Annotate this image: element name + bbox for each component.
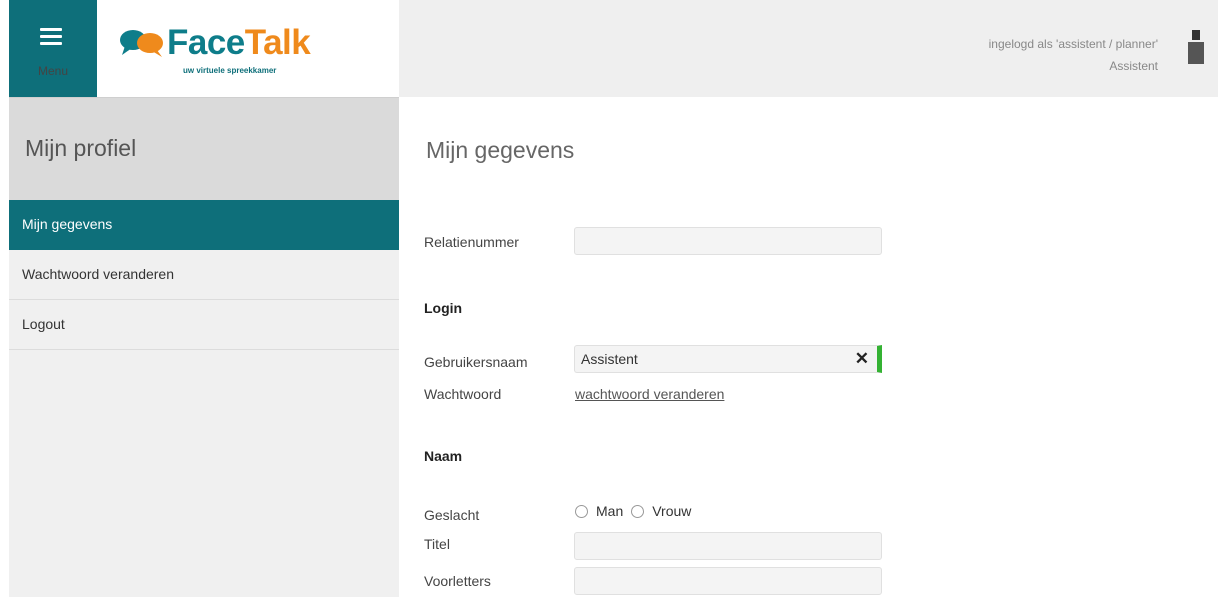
naam-section-heading: Naam <box>424 448 463 464</box>
geslacht-radio-group: Man Vrouw <box>575 503 699 519</box>
voorletters-label: Voorletters <box>424 573 491 589</box>
user-info: ingelogd als 'assistent / planner' Assis… <box>989 33 1158 77</box>
relatienummer-label: Relatienummer <box>424 234 519 250</box>
logo-wordmark: FaceTalk <box>167 23 311 62</box>
voorletters-input[interactable] <box>574 567 882 595</box>
titel-input[interactable] <box>574 532 882 560</box>
geslacht-label: Geslacht <box>424 507 480 523</box>
sidebar-title-box: Mijn profiel <box>9 97 399 200</box>
user-role: Assistent <box>1109 59 1158 73</box>
chat-bubble-logo-icon <box>120 30 163 57</box>
user-icon[interactable] <box>1188 30 1204 66</box>
sidebar-title: Mijn profiel <box>25 135 137 161</box>
radio-vrouw-label: Vrouw <box>652 503 692 519</box>
radio-man-label: Man <box>596 503 624 519</box>
header-bar: ingelogd als 'assistent / planner' Assis… <box>399 0 1218 97</box>
gebruikersnaam-value: Assistent <box>581 351 638 367</box>
wachtwoord-veranderen-link[interactable]: wachtwoord veranderen <box>575 386 724 402</box>
logo-tagline: uw virtuele spreekkamer <box>183 66 277 75</box>
logo-talk: Talk <box>244 23 311 62</box>
gebruikersnaam-label: Gebruikersnaam <box>424 354 528 370</box>
radio-vrouw[interactable] <box>631 504 645 518</box>
sidebar-item-logout[interactable]: Logout <box>9 300 399 350</box>
menu-label: Menu <box>37 64 69 78</box>
wachtwoord-label: Wachtwoord <box>424 386 502 402</box>
app-window: Menu FaceTalk uw virtuele spreekkamer in… <box>9 0 1218 597</box>
main-content: Mijn gegevens Relatienummer Login Gebrui… <box>399 97 1218 597</box>
sidebar-item-mijn-gegevens[interactable]: Mijn gegevens <box>9 200 399 250</box>
sidebar: Mijn profiel Mijn gegevens Wachtwoord ve… <box>9 97 399 597</box>
close-icon[interactable]: ✕ <box>855 346 869 372</box>
relatienummer-input[interactable] <box>574 227 882 255</box>
titel-label: Titel <box>424 536 450 552</box>
gebruikersnaam-input[interactable]: Assistent ✕ <box>574 345 882 373</box>
logged-in-text: ingelogd als 'assistent / planner' <box>988 37 1158 51</box>
sidebar-item-wachtwoord-veranderen[interactable]: Wachtwoord veranderen <box>9 250 399 300</box>
page-title: Mijn gegevens <box>426 137 575 163</box>
login-section-heading: Login <box>424 300 463 316</box>
radio-man[interactable] <box>575 504 588 518</box>
menu-button[interactable]: Menu <box>9 0 97 97</box>
hamburger-icon <box>40 28 62 49</box>
logo-face: Face <box>167 23 245 62</box>
logo[interactable]: FaceTalk uw virtuele spreekkamer <box>97 0 399 97</box>
